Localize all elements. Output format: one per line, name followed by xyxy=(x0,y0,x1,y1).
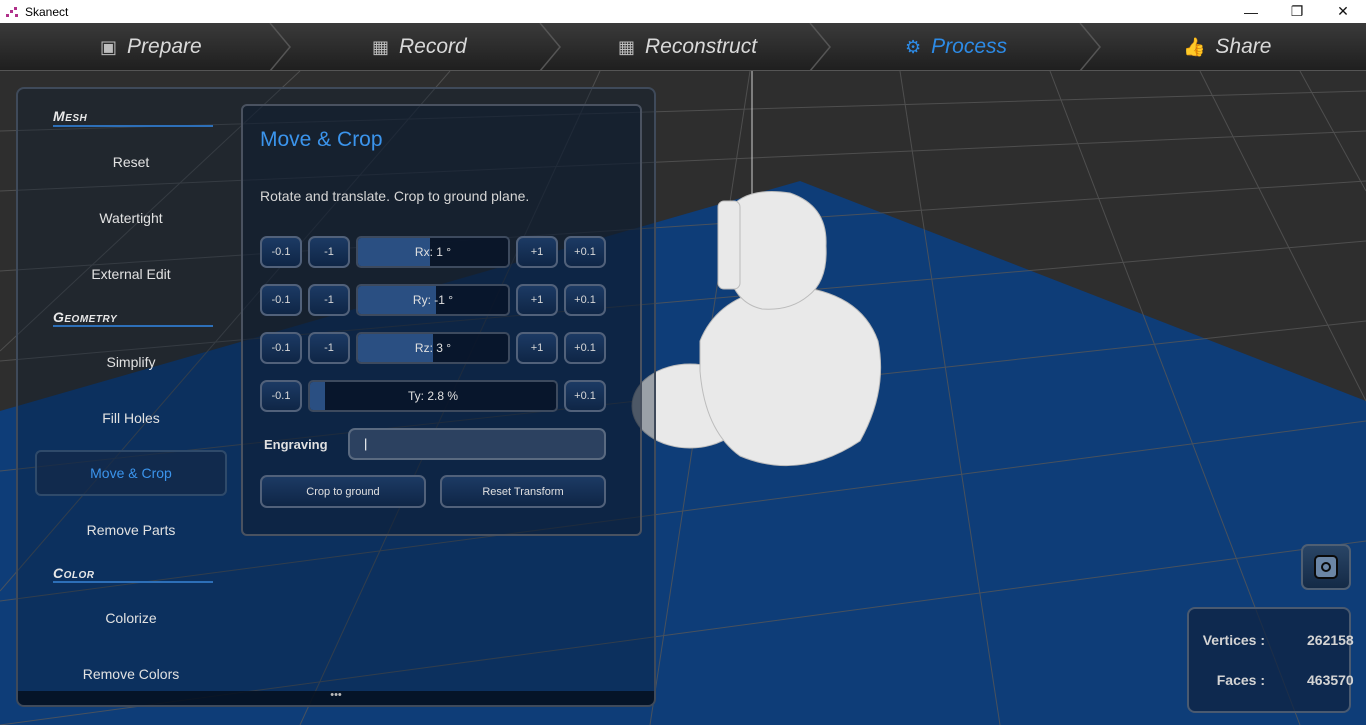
faces-count: 463570 xyxy=(1307,672,1354,688)
tab-label: Prepare xyxy=(127,35,202,58)
reset-camera-button[interactable] xyxy=(1301,544,1351,590)
rx-slider[interactable]: Rx: 1 ° xyxy=(356,236,510,268)
rz-minus-small-button[interactable]: -0.1 xyxy=(260,332,302,364)
thumbs-up-icon: 👍 xyxy=(1183,36,1206,57)
ry-minus-small-button[interactable]: -0.1 xyxy=(260,284,302,316)
menu-item-reset[interactable]: Reset xyxy=(35,139,227,185)
reset-transform-button[interactable]: Reset Transform xyxy=(440,475,606,508)
mesh-stats-panel: Vertices : 262158 Faces : 463570 xyxy=(1187,607,1354,713)
camera-icon xyxy=(1314,555,1338,579)
gears-icon: ⚙ xyxy=(905,36,922,57)
tab-label: Reconstruct xyxy=(645,35,758,58)
nav-separator xyxy=(809,23,831,71)
move-crop-panel: Move & Crop Rotate and translate. Crop t… xyxy=(241,104,642,536)
ty-minus-small-button[interactable]: -0.1 xyxy=(260,380,302,412)
section-divider xyxy=(53,581,213,583)
panel-more-handle[interactable]: ••• xyxy=(18,690,654,705)
title-bar: Skanect — ❐ ✕ xyxy=(0,0,1366,23)
film-icon: ▦ xyxy=(618,36,636,57)
tab-label: Record xyxy=(399,35,467,58)
rz-slider[interactable]: Rz: 3 ° xyxy=(356,332,510,364)
minimize-button[interactable]: — xyxy=(1228,0,1274,23)
menu-item-colorize[interactable]: Colorize xyxy=(35,595,227,641)
nav-separator xyxy=(1079,23,1101,71)
ty-plus-small-button[interactable]: +0.1 xyxy=(564,380,606,412)
tab-share[interactable]: 👍 Share xyxy=(1183,23,1271,71)
workflow-nav: ▣ Prepare ▦ Record ▦ Reconstruct ⚙ Proce… xyxy=(0,23,1366,71)
ry-slider[interactable]: Ry: -1 ° xyxy=(356,284,510,316)
section-title-geometry: Geometry xyxy=(53,309,118,325)
vertices-count: 262158 xyxy=(1307,632,1354,648)
rx-minus-big-button[interactable]: -1 xyxy=(308,236,350,268)
ry-minus-big-button[interactable]: -1 xyxy=(308,284,350,316)
rz-plus-small-button[interactable]: +0.1 xyxy=(564,332,606,364)
ry-plus-small-button[interactable]: +0.1 xyxy=(564,284,606,316)
vertices-label: Vertices : xyxy=(1202,632,1265,648)
crop-to-ground-button[interactable]: Crop to ground xyxy=(260,475,426,508)
skanect-logo-icon xyxy=(5,5,19,19)
rz-plus-big-button[interactable]: +1 xyxy=(516,332,558,364)
section-divider xyxy=(53,125,213,127)
menu-item-move-crop[interactable]: Move & Crop xyxy=(35,450,227,496)
menu-item-external-edit[interactable]: External Edit xyxy=(35,251,227,297)
faces-label: Faces : xyxy=(1216,672,1265,688)
menu-item-remove-parts[interactable]: Remove Parts xyxy=(35,507,227,553)
rz-value-label: Rz: 3 ° xyxy=(414,341,452,355)
rx-plus-big-button[interactable]: +1 xyxy=(516,236,558,268)
menu-item-watertight[interactable]: Watertight xyxy=(35,195,227,241)
panel-title: Move & Crop xyxy=(260,128,383,151)
window-title: Skanect xyxy=(25,4,69,19)
tab-label: Share xyxy=(1215,35,1272,58)
tab-process[interactable]: ⚙ Process xyxy=(905,23,1007,71)
nav-separator xyxy=(269,23,291,71)
section-title-mesh: Mesh xyxy=(53,108,88,124)
presentation-icon: ▣ xyxy=(100,36,118,57)
rx-minus-small-button[interactable]: -0.1 xyxy=(260,236,302,268)
ry-plus-big-button[interactable]: +1 xyxy=(516,284,558,316)
tab-prepare[interactable]: ▣ Prepare xyxy=(100,23,202,71)
engraving-input[interactable]: | xyxy=(348,428,606,460)
engraving-label: Engraving xyxy=(264,437,328,452)
restore-button[interactable]: ❐ xyxy=(1274,0,1320,23)
menu-item-fill-holes[interactable]: Fill Holes xyxy=(35,395,227,441)
tab-reconstruct[interactable]: ▦ Reconstruct xyxy=(618,23,757,71)
tab-label: Process xyxy=(931,35,1007,58)
film-icon: ▦ xyxy=(372,36,390,57)
panel-description: Rotate and translate. Crop to ground pla… xyxy=(260,188,530,204)
ty-slider[interactable]: Ty: 2.8 % xyxy=(308,380,558,412)
ty-value-label: Ty: 2.8 % xyxy=(407,389,459,403)
rx-plus-small-button[interactable]: +0.1 xyxy=(564,236,606,268)
tab-record[interactable]: ▦ Record xyxy=(372,23,467,71)
section-divider xyxy=(53,325,213,327)
rx-value-label: Rx: 1 ° xyxy=(414,245,452,259)
menu-item-simplify[interactable]: Simplify xyxy=(35,339,227,385)
nav-separator xyxy=(539,23,561,71)
rz-minus-big-button[interactable]: -1 xyxy=(308,332,350,364)
section-title-color: Color xyxy=(53,565,95,581)
ry-value-label: Ry: -1 ° xyxy=(412,293,454,307)
close-button[interactable]: ✕ xyxy=(1320,0,1366,23)
